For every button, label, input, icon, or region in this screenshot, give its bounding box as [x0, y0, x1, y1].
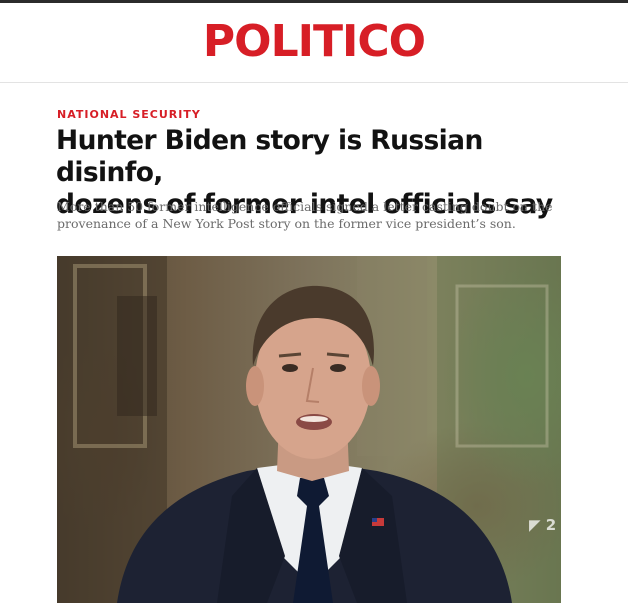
- headline-line-1: Hunter Biden story is Russian disinfo,: [56, 125, 483, 188]
- dek-line-2: provenance of a New York Post story on t…: [57, 216, 516, 231]
- politico-logo[interactable]: POLITICO: [203, 19, 426, 64]
- article-dek: More than 50 former intelligence officia…: [57, 198, 577, 232]
- portrait-photo-icon: [57, 256, 561, 603]
- category-label[interactable]: NATIONAL SECURITY: [57, 108, 201, 121]
- site-header: POLITICO: [0, 3, 628, 83]
- lead-photo: ◤ 2: [57, 256, 561, 603]
- dek-line-1: More than 50 former intelligence officia…: [57, 199, 553, 214]
- broadcast-bug-icon: ◤ 2: [529, 516, 557, 534]
